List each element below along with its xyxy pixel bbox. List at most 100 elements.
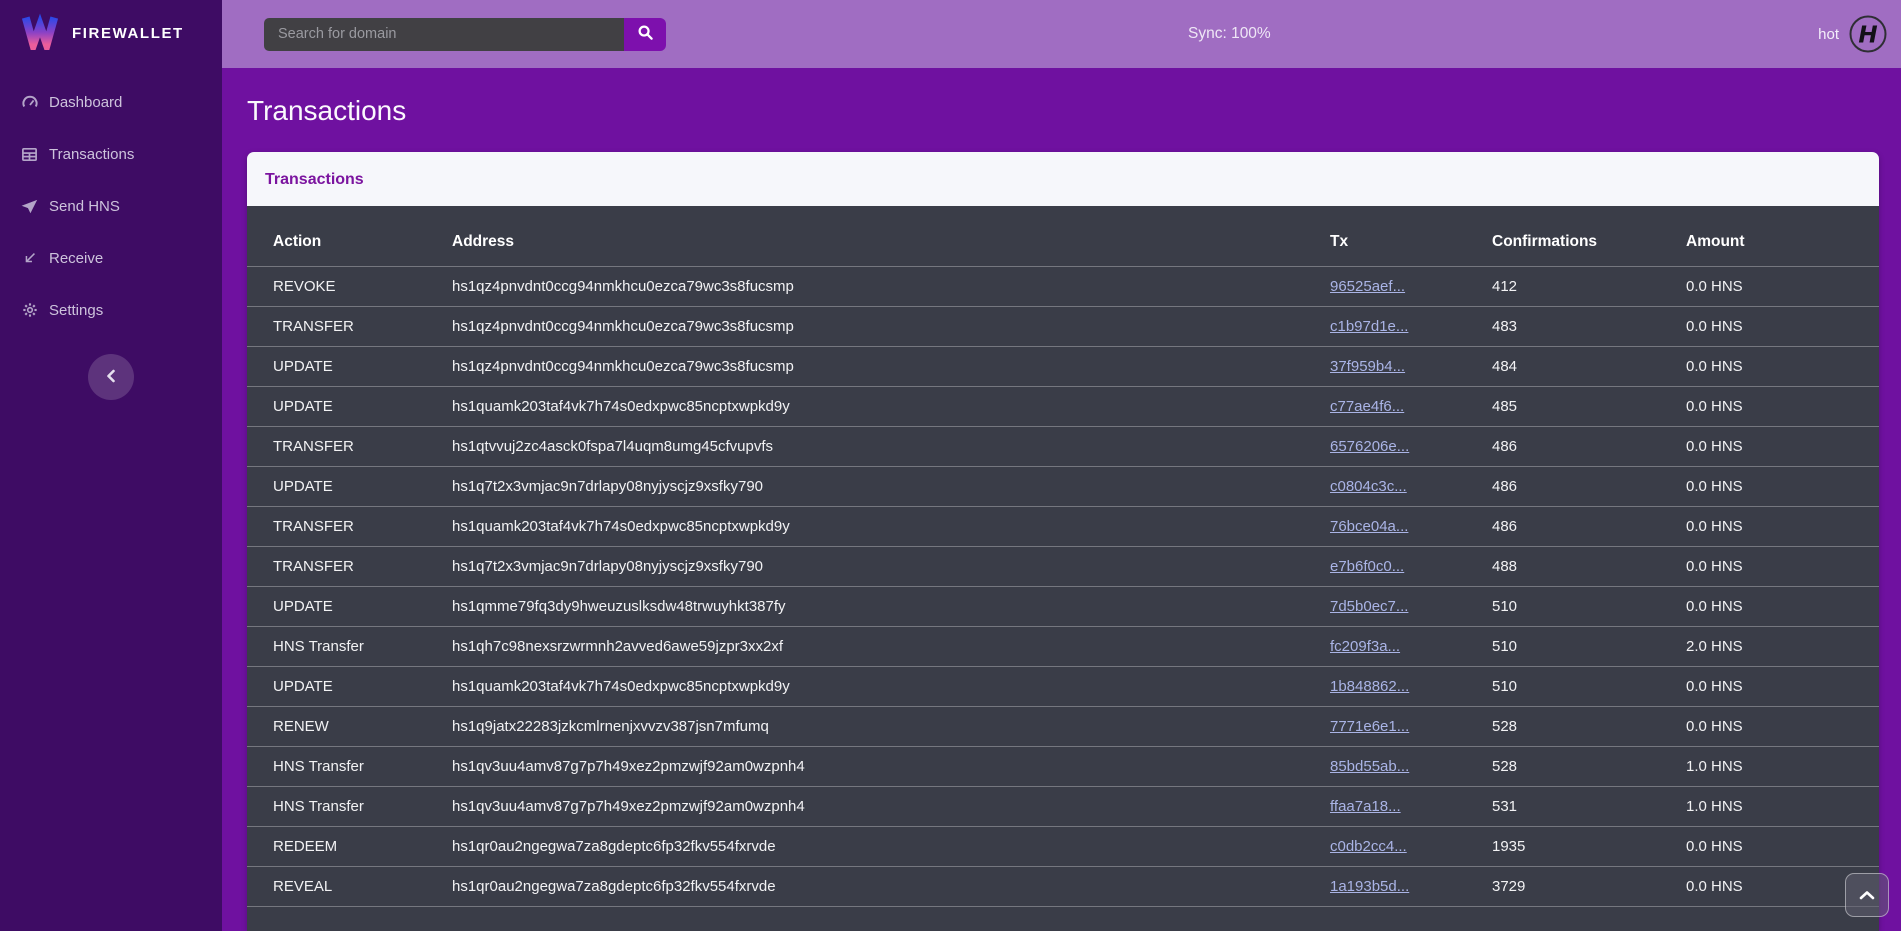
tx-link[interactable]: 1b848862...: [1330, 678, 1409, 695]
action-cell: HNS Transfer: [247, 627, 426, 667]
address-cell: hs1qz4pnvdnt0ccg94nmkhcu0ezca79wc3s8fucs…: [426, 347, 1304, 387]
confirmations-cell: 486: [1466, 427, 1660, 467]
address-cell: hs1qtvvuj2zc4asck0fspa7l4uqm8umg45cfvupv…: [426, 427, 1304, 467]
confirmations-cell: 412: [1466, 267, 1660, 307]
address-cell: hs1qv3uu4amv87g7p7h49xez2pmzwjf92am0wzpn…: [426, 787, 1304, 827]
address-cell: hs1quamk203taf4vk7h74s0edxpwc85ncptxwpkd…: [426, 387, 1304, 427]
amount-cell: 1.0 HNS: [1660, 747, 1879, 787]
table-row: HNS Transfer hs1qv3uu4amv87g7p7h49xez2pm…: [247, 747, 1879, 787]
brand-name: FIREWALLET: [72, 25, 184, 42]
brand[interactable]: FIREWALLET: [0, 0, 222, 66]
table-header-row: Action Address Tx Confirmations Amount: [247, 206, 1879, 267]
tx-link[interactable]: 76bce04a...: [1330, 518, 1408, 535]
amount-cell: 0.0 HNS: [1660, 267, 1879, 307]
column-header-action: Action: [247, 206, 426, 267]
address-cell: hs1qv3uu4amv87g7p7h49xez2pmzwjf92am0wzpn…: [426, 747, 1304, 787]
main-content: Transactions Transactions Action Address…: [222, 68, 1901, 931]
column-header-address: Address: [426, 206, 1304, 267]
table-row: TRANSFER hs1quamk203taf4vk7h74s0edxpwc85…: [247, 507, 1879, 547]
content-column: Sync: 100% hot H Transactions Transactio…: [222, 0, 1901, 931]
tx-link[interactable]: c1b97d1e...: [1330, 318, 1408, 335]
column-header-tx: Tx: [1304, 206, 1466, 267]
tx-link[interactable]: 6576206e...: [1330, 438, 1409, 455]
table-row: HNS Transfer hs1qh7c98nexsrzwrmnh2avved6…: [247, 627, 1879, 667]
address-cell: hs1qz4pnvdnt0ccg94nmkhcu0ezca79wc3s8fucs…: [426, 307, 1304, 347]
action-cell: HNS Transfer: [247, 787, 426, 827]
table-row: REDEEM hs1qr0au2ngegwa7za8gdeptc6fp32fkv…: [247, 827, 1879, 867]
sync-status: Sync: 100%: [1188, 25, 1271, 43]
address-cell: hs1qmme79fq3dy9hweuzuslksdw48trwuyhkt387…: [426, 587, 1304, 627]
tx-link[interactable]: ffaa7a18...: [1330, 798, 1401, 815]
sidebar-item-label: Settings: [49, 302, 103, 319]
sidebar-item-label: Receive: [49, 250, 103, 267]
topbar: Sync: 100% hot H: [222, 0, 1901, 68]
search-button[interactable]: [624, 18, 666, 51]
table-row: UPDATE hs1qmme79fq3dy9hweuzuslksdw48trwu…: [247, 587, 1879, 627]
handshake-logo-icon[interactable]: H: [1849, 15, 1887, 53]
action-cell: TRANSFER: [247, 427, 426, 467]
sidebar-item-transactions[interactable]: Transactions: [0, 128, 222, 180]
gear-icon: [20, 302, 39, 318]
action-cell: RENEW: [247, 707, 426, 747]
svg-text:H: H: [1858, 23, 1877, 49]
confirmations-cell: 483: [1466, 307, 1660, 347]
transactions-table: Action Address Tx Confirmations Amount R…: [247, 206, 1879, 907]
action-cell: HNS Transfer: [247, 747, 426, 787]
tx-link[interactable]: e7b6f0c0...: [1330, 558, 1404, 575]
table-row: UPDATE hs1q7t2x3vmjac9n7drlapy08nyjyscjz…: [247, 467, 1879, 507]
paper-plane-icon: [20, 198, 39, 215]
wallet-account[interactable]: hot H: [1818, 15, 1887, 53]
tx-link[interactable]: fc209f3a...: [1330, 638, 1400, 655]
amount-cell: 0.0 HNS: [1660, 547, 1879, 587]
address-cell: hs1qr0au2ngegwa7za8gdeptc6fp32fkv554fxrv…: [426, 827, 1304, 867]
confirmations-cell: 488: [1466, 547, 1660, 587]
address-cell: hs1qr0au2ngegwa7za8gdeptc6fp32fkv554fxrv…: [426, 867, 1304, 907]
table-row: UPDATE hs1qz4pnvdnt0ccg94nmkhcu0ezca79wc…: [247, 347, 1879, 387]
address-cell: hs1q7t2x3vmjac9n7drlapy08nyjyscjz9xsfky7…: [426, 467, 1304, 507]
page-title: Transactions: [247, 95, 1879, 127]
amount-cell: 0.0 HNS: [1660, 587, 1879, 627]
transactions-card: Transactions Action Address Tx Confirmat…: [247, 152, 1879, 931]
sidebar-item-send-hns[interactable]: Send HNS: [0, 180, 222, 232]
tx-link[interactable]: 85bd55ab...: [1330, 758, 1409, 775]
amount-cell: 1.0 HNS: [1660, 787, 1879, 827]
confirmations-cell: 528: [1466, 747, 1660, 787]
amount-cell: 0.0 HNS: [1660, 507, 1879, 547]
sidebar-item-receive[interactable]: Receive: [0, 232, 222, 284]
chevron-left-icon: [105, 369, 117, 386]
arrow-down-left-icon: [20, 250, 39, 266]
action-cell: UPDATE: [247, 347, 426, 387]
wallet-name: hot: [1818, 26, 1839, 43]
search-icon: [637, 24, 654, 44]
tx-link[interactable]: 7d5b0ec7...: [1330, 598, 1408, 615]
address-cell: hs1qz4pnvdnt0ccg94nmkhcu0ezca79wc3s8fucs…: [426, 267, 1304, 307]
tx-link[interactable]: c77ae4f6...: [1330, 398, 1404, 415]
amount-cell: 0.0 HNS: [1660, 707, 1879, 747]
sidebar-collapse-button[interactable]: [88, 354, 134, 400]
confirmations-cell: 510: [1466, 627, 1660, 667]
action-cell: TRANSFER: [247, 507, 426, 547]
chevron-up-icon: [1859, 888, 1875, 903]
confirmations-cell: 3729: [1466, 867, 1660, 907]
transactions-table-container: Action Address Tx Confirmations Amount R…: [247, 206, 1879, 931]
tx-link[interactable]: 7771e6e1...: [1330, 718, 1409, 735]
amount-cell: 0.0 HNS: [1660, 467, 1879, 507]
scroll-to-top-button[interactable]: [1845, 873, 1889, 917]
action-cell: REVOKE: [247, 267, 426, 307]
table-row: UPDATE hs1quamk203taf4vk7h74s0edxpwc85nc…: [247, 387, 1879, 427]
table-row: TRANSFER hs1qtvvuj2zc4asck0fspa7l4uqm8um…: [247, 427, 1879, 467]
action-cell: UPDATE: [247, 587, 426, 627]
action-cell: UPDATE: [247, 467, 426, 507]
action-cell: REVEAL: [247, 867, 426, 907]
amount-cell: 2.0 HNS: [1660, 627, 1879, 667]
sidebar-item-dashboard[interactable]: Dashboard: [0, 76, 222, 128]
tx-link[interactable]: 37f959b4...: [1330, 358, 1405, 375]
tx-link[interactable]: c0804c3c...: [1330, 478, 1407, 495]
tx-link[interactable]: c0db2cc4...: [1330, 838, 1407, 855]
search-input[interactable]: [264, 18, 624, 51]
tx-link[interactable]: 1a193b5d...: [1330, 878, 1409, 895]
table-row: RENEW hs1q9jatx22283jzkcmlrnenjxvvzv387j…: [247, 707, 1879, 747]
tx-link[interactable]: 96525aef...: [1330, 278, 1405, 295]
sidebar-item-settings[interactable]: Settings: [0, 284, 222, 336]
amount-cell: 0.0 HNS: [1660, 667, 1879, 707]
